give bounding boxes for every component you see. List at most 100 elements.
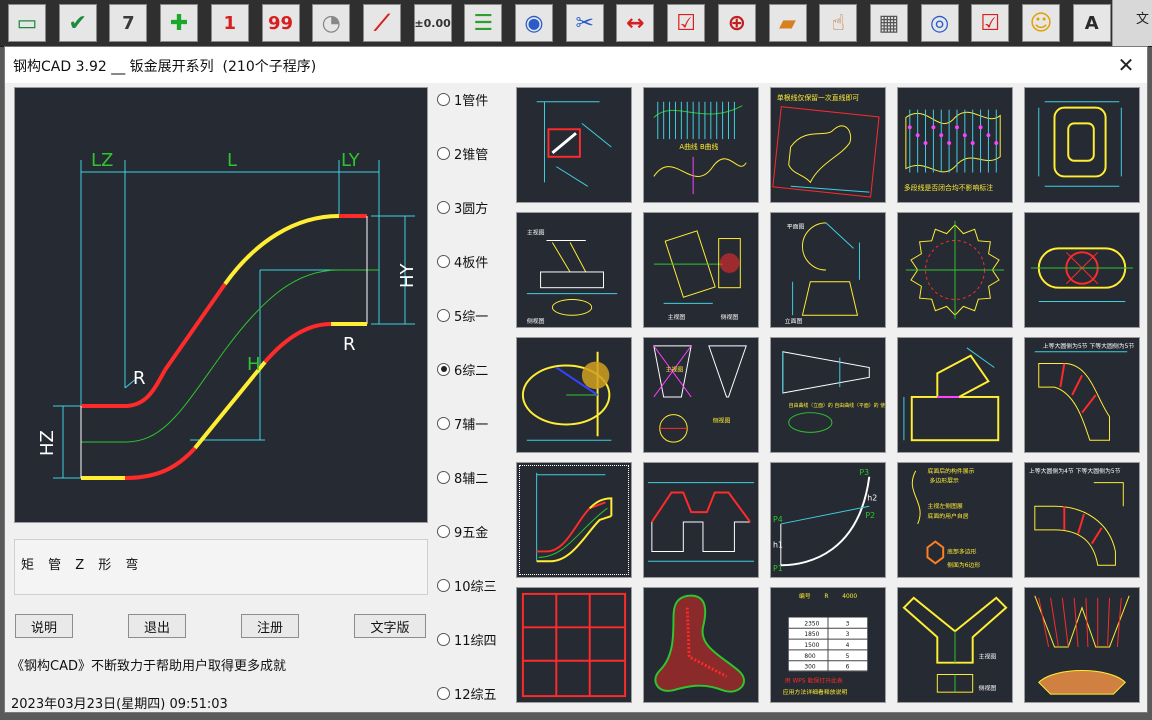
category-radio-12[interactable]: 12综五 (437, 683, 497, 703)
program-thumbnail-9[interactable] (897, 212, 1013, 328)
toolbar-button-globe-record[interactable]: ◎ (920, 4, 959, 42)
radio-indicator[interactable] (437, 308, 450, 322)
thumbnail-drawing: 编号 R 4000 2350 3 1850 3 1500 4 800 5 300 6 用 WPS 能保… (783, 592, 868, 696)
category-radio-10[interactable]: 10综三 (437, 575, 497, 595)
program-thumbnail-8[interactable]: 平面图 立面图 (770, 212, 886, 328)
program-thumbnail-3[interactable]: 单根线仅保留一次直线即可 (770, 87, 886, 203)
toolbar-overflow[interactable]: 文 (1112, 0, 1152, 46)
thumb-table-cell: 1850 (804, 632, 819, 638)
program-thumbnail-10[interactable] (1024, 212, 1140, 328)
toolbar-button-hand-pointer[interactable]: ☝ (819, 4, 858, 42)
category-radio-2[interactable]: 2锥管 (437, 143, 488, 163)
toolbar-button-checklist[interactable]: ☑ (971, 4, 1010, 42)
thumb-caption: h1 (773, 541, 783, 550)
toolbar-button-eye[interactable]: ◉ (515, 4, 553, 42)
radio-indicator[interactable] (437, 686, 450, 700)
program-thumbnail-6[interactable]: 主视图 侧视图 (516, 212, 632, 328)
radio-indicator[interactable] (437, 632, 450, 646)
window-title: 钢构CAD 3.92 __ 钣金展开系列 (210个子程序) (13, 59, 317, 75)
category-radio-7[interactable]: 7辅一 (437, 413, 488, 433)
program-thumbnail-1[interactable] (516, 87, 632, 203)
program-thumbnail-18[interactable]: P3 h2 P2 P4 h1 P1 (770, 462, 886, 578)
program-thumbnail-23[interactable]: 编号 R 4000 2350 3 1850 3 1500 4 800 5 300 6 用 WPS 能保… (770, 587, 886, 703)
category-radio-4[interactable]: 4板件 (437, 251, 488, 271)
program-thumbnail-16[interactable] (516, 462, 632, 578)
category-label: 1管件 (454, 93, 489, 109)
toolbar-button-zoom-in[interactable]: ⊕ (717, 4, 756, 42)
program-thumbnail-4[interactable]: 多段线是否闭合均不影响标注 (897, 87, 1013, 203)
program-thumbnail-7[interactable]: 主视图 侧视图 (643, 212, 759, 328)
category-label: 3圆方 (454, 201, 489, 217)
toolbar-button-plus[interactable]: ✚ (160, 4, 199, 42)
main-toolbar: ▭ ✔ 7 ✚ 1 99 ◔ ⟋ ±0.00 ☰ ◉ ✂ ↔ ☑ ⊕ ▰ ☝ ▦ ◎ ☑ ☺ A 文 (0, 0, 1152, 47)
thumbnail-drawing (1030, 247, 1134, 302)
radio-indicator[interactable] (437, 524, 450, 538)
thumb-table-cell: 1500 (804, 643, 819, 649)
toolbar-button-calculator[interactable]: ▦ (869, 4, 908, 42)
radio-indicator[interactable] (437, 254, 450, 268)
thumbnail-drawing: 主视图侧视图 (527, 229, 618, 325)
radio-indicator[interactable] (437, 362, 450, 376)
z-bend-drawing: LZ L LY H HY HZ R R (37, 150, 418, 480)
radio-indicator[interactable] (437, 416, 450, 430)
register-button[interactable]: 注册 (241, 614, 299, 638)
program-thumbnail-25[interactable] (1024, 587, 1140, 703)
program-thumbnail-5[interactable] (1024, 87, 1140, 203)
category-radio-1[interactable]: 1管件 (437, 89, 488, 109)
program-thumbnail-15[interactable]: 上等大圆侧为5节 下等大圆侧为5节 (1024, 337, 1140, 453)
program-thumbnail-20[interactable]: 上等大圆侧为4节 下等大圆侧为5节 (1024, 462, 1140, 578)
category-radio-5[interactable]: 5综一 (437, 305, 488, 325)
program-thumbnail-21[interactable] (516, 587, 632, 703)
checklist-icon: ☑ (980, 10, 1001, 36)
toolbar-button-red-lines[interactable]: ⟋ (362, 4, 401, 42)
exit-button[interactable]: 退出 (128, 614, 186, 638)
toolbar-button-paint-bucket[interactable]: ▰ (768, 4, 807, 42)
category-label: 6综二 (454, 363, 489, 379)
program-thumbnail-11[interactable] (516, 337, 632, 453)
radio-indicator[interactable] (437, 200, 450, 214)
toolbar-button-decimal[interactable]: ±0.00 (413, 4, 452, 42)
toolbar-button-calendar[interactable]: 7 (109, 4, 148, 42)
align-lines-icon: ☰ (473, 10, 494, 36)
explain-button[interactable]: 说明 (15, 614, 73, 638)
toolbar-button-checkmark[interactable]: ✔ (58, 4, 97, 42)
category-radio-6[interactable]: 6综二 (437, 359, 488, 379)
description-text: 矩 管 Z 形 弯 (21, 558, 144, 573)
category-radio-3[interactable]: 3圆方 (437, 197, 488, 217)
toolbar-button-text-style[interactable]: A (1072, 4, 1111, 42)
program-thumbnail-14[interactable] (897, 337, 1013, 453)
radius-label-2: R (343, 334, 356, 355)
toolbar-button-align-lines[interactable]: ☰ (464, 4, 503, 42)
toolbar-button-number-99[interactable]: 99 (261, 4, 300, 42)
thumb-table-cell: 5 (846, 654, 850, 660)
radio-indicator[interactable] (437, 146, 450, 160)
toolbar-button-layers-check[interactable]: ☑ (667, 4, 706, 42)
window-icon: ▭ (16, 10, 38, 36)
radio-indicator[interactable] (437, 92, 450, 106)
program-thumbnail-2[interactable]: A曲线 B曲线 (643, 87, 759, 203)
program-thumbnail-13[interactable]: 自由曲线（立面）的 自由曲线（平面）的 使用户自己绘图 (770, 337, 886, 453)
program-thumbnail-19[interactable]: 底面后的构件展示 多边形展示 主视左侧图展 底面的用户自居 底部多边形 侧面为6边形 (897, 462, 1013, 578)
radio-indicator[interactable] (437, 578, 450, 592)
program-thumbnail-24[interactable]: 主视图 侧视图 (897, 587, 1013, 703)
thumb-caption: 上等大圆侧为4节 下等大圆侧为5节 (1029, 467, 1121, 475)
radio-indicator[interactable] (437, 470, 450, 484)
toolbar-button-circled-one[interactable]: 1 (210, 4, 249, 42)
thumbnail-drawing (521, 351, 612, 441)
toolbar-button-smiley[interactable]: ☺ (1022, 4, 1060, 42)
text-version-button[interactable]: 文字版 (354, 614, 426, 638)
category-radio-8[interactable]: 8辅二 (437, 467, 488, 487)
category-radio-11[interactable]: 11综四 (437, 629, 497, 649)
toolbar-button-dimension-check[interactable]: ↔ (616, 4, 655, 42)
circled-one-icon: 1 (223, 12, 237, 34)
toolbar-button-fan[interactable]: ◔ (312, 4, 351, 42)
toolbar-button-window[interactable]: ▭ (8, 4, 46, 42)
program-thumbnail-12[interactable]: 主视图 侧视图 (643, 337, 759, 453)
toolbar-right-label: 文 (1135, 12, 1149, 27)
category-radio-9[interactable]: 9五金 (437, 521, 488, 541)
thumb-table-cell: 编号 (799, 592, 811, 600)
program-thumbnail-17[interactable] (643, 462, 759, 578)
close-button[interactable]: ✕ (1111, 50, 1141, 80)
program-thumbnail-22[interactable] (643, 587, 759, 703)
toolbar-button-scissors[interactable]: ✂ (565, 4, 604, 42)
